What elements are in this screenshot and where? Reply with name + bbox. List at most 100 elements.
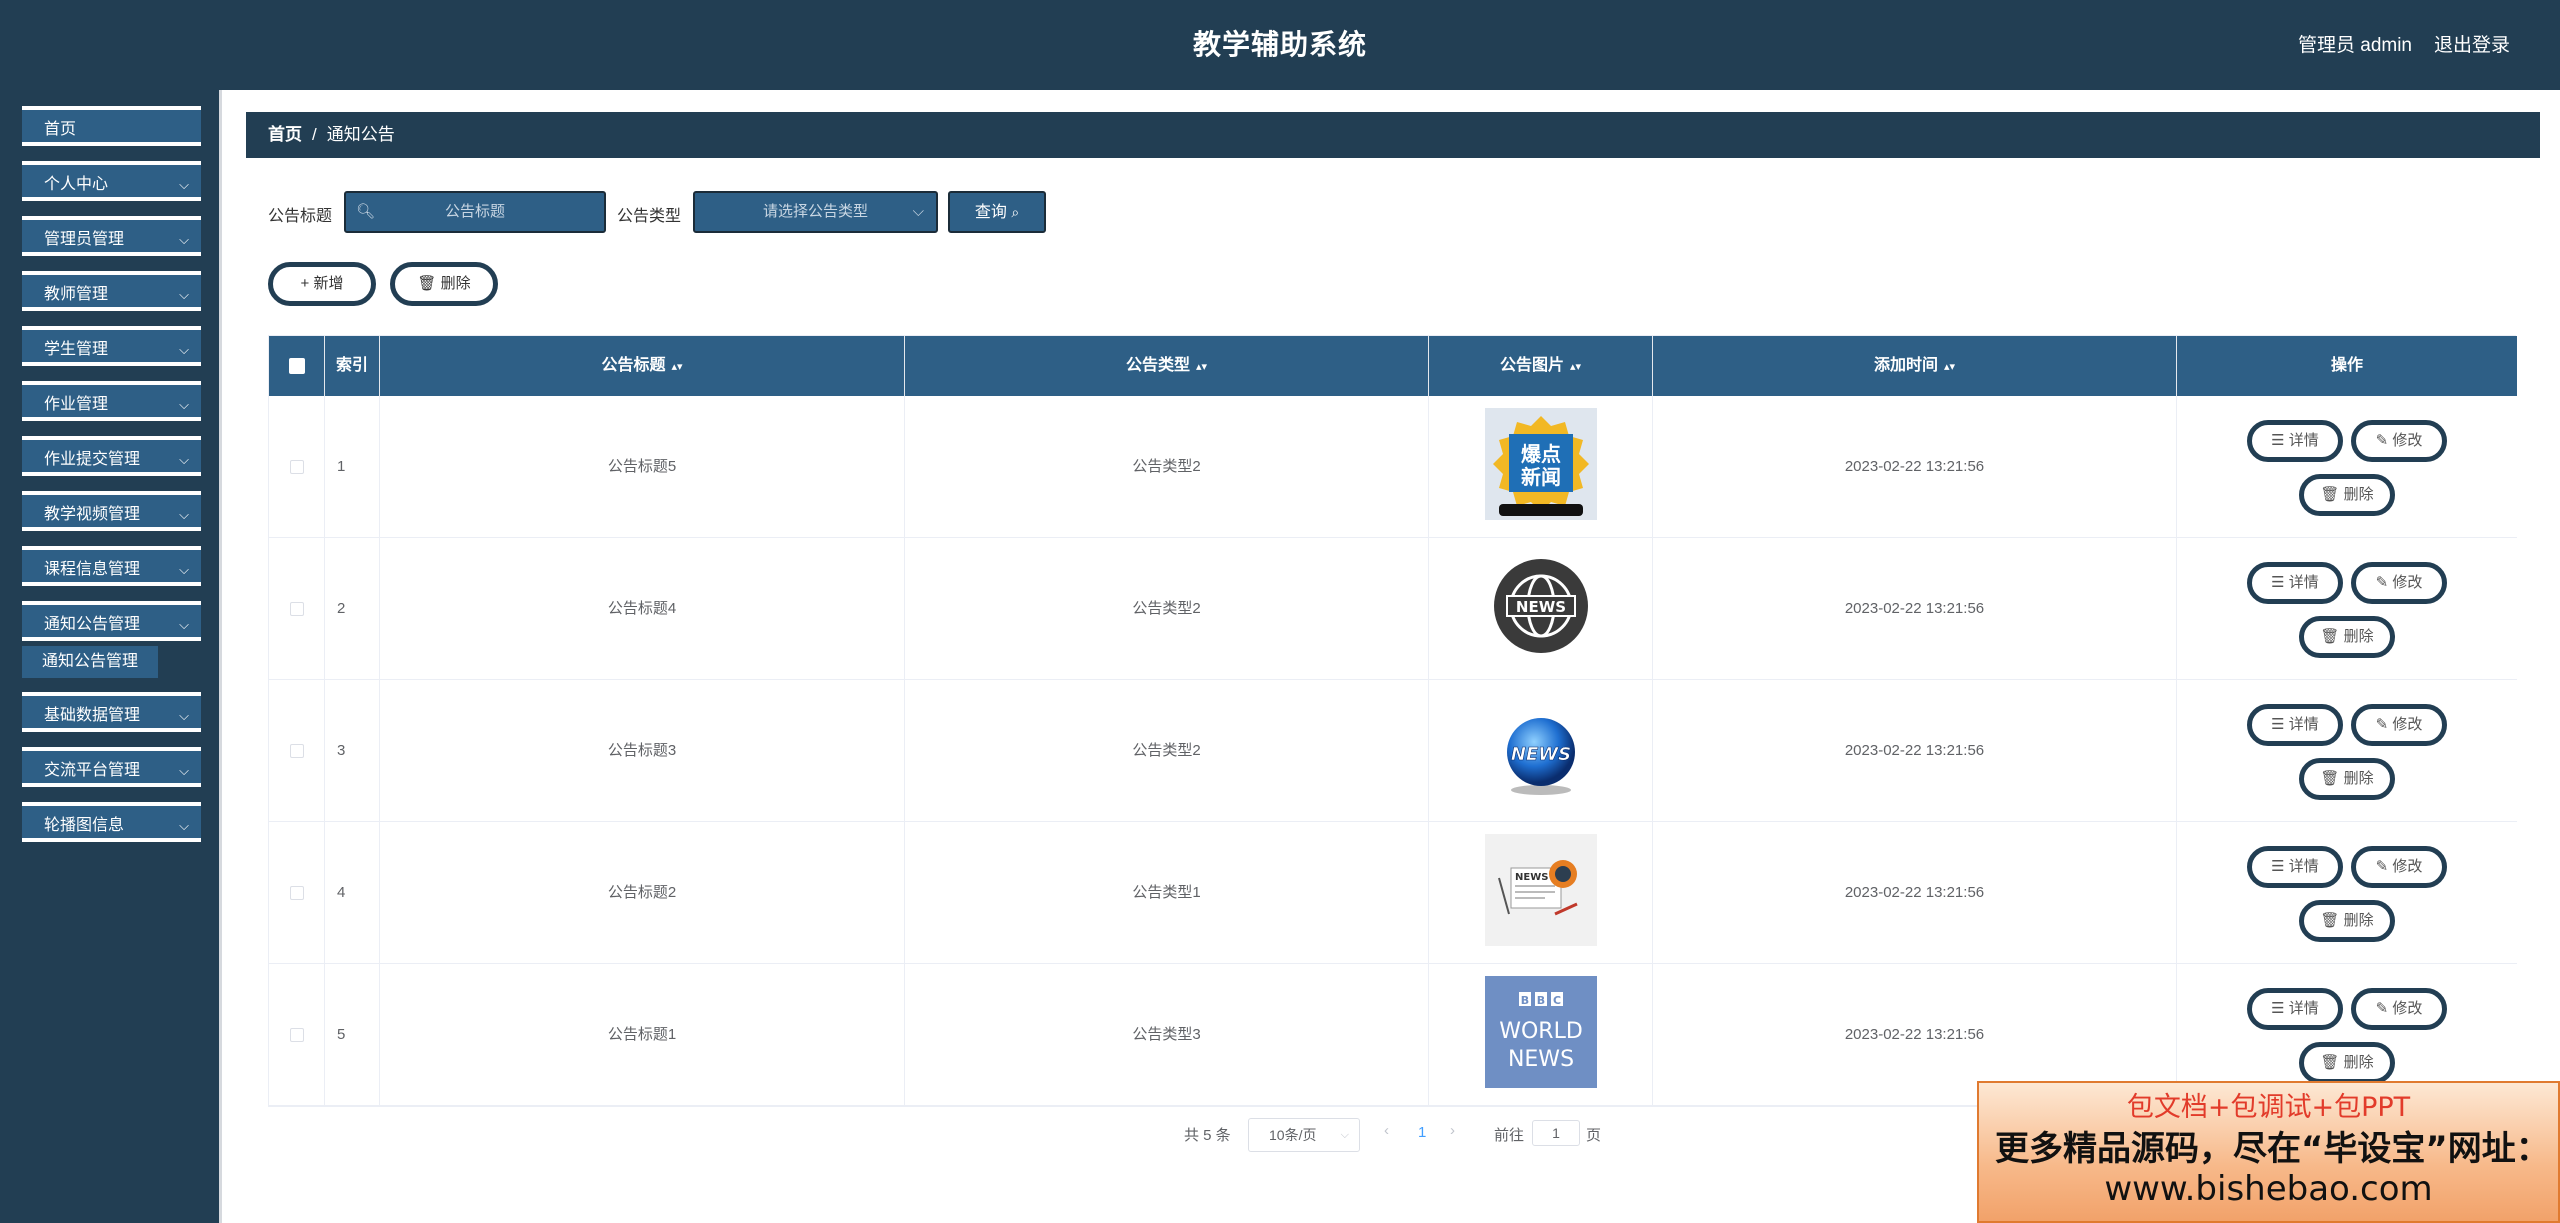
row-time: 2023-02-22 13:21:56 [1653,396,2177,538]
edit-button-label: 修改 [2392,1000,2423,1017]
logout-link[interactable]: 退出登录 [2434,30,2510,57]
row-delete-button[interactable]: 🗑︎ 删除 [2299,1042,2395,1084]
row-image-cell: NEWS [1429,538,1653,680]
edit-button[interactable]: ✎ 修改 [2351,988,2447,1030]
row-delete-button[interactable]: 🗑︎ 删除 [2299,758,2395,800]
newspaper-image[interactable]: NEWS [1485,834,1597,946]
row-checkbox-cell[interactable] [269,964,325,1106]
row-checkbox[interactable] [289,602,304,617]
row-actions: ☰ 详情 ✎ 修改 🗑︎ 删除 [2177,822,2517,964]
sidebar-item-notice[interactable]: 通知公告管理 ⌵ [22,601,201,641]
trash-icon: 🗑︎ [2320,1054,2340,1071]
news-blue-globe-image[interactable]: NEWS [1485,692,1597,804]
sidebar-item-student[interactable]: 学生管理 ⌵ [22,326,201,366]
sidebar-item-forum[interactable]: 交流平台管理 ⌵ [22,747,201,787]
sidebar-item-label: 首页 [44,121,77,138]
pagination-total: 共 5 条 [1184,1127,1231,1144]
detail-button[interactable]: ☰ 详情 [2247,846,2343,888]
title-search-input[interactable]: 🔍︎ 公告标题 [344,191,606,233]
row-checkbox-cell[interactable] [269,396,325,538]
detail-button[interactable]: ☰ 详情 [2247,704,2343,746]
breadcrumb-home[interactable]: 首页 [268,125,302,144]
sidebar-item-admin[interactable]: 管理员管理 ⌵ [22,216,201,256]
row-checkbox-cell[interactable] [269,538,325,680]
row-checkbox[interactable] [289,886,304,901]
row-type: 公告类型2 [905,538,1429,680]
sidebar-item-label: 轮播图信息 [44,817,125,834]
row-image-cell: B B C WORLD NEWS [1429,964,1653,1106]
chevron-down-icon: ⌵ [179,507,189,522]
row-checkbox-cell[interactable] [269,822,325,964]
sidebar-item-label: 课程信息管理 [44,561,141,578]
select-all-checkbox[interactable] [288,357,305,374]
next-page-button[interactable]: › [1450,1122,1455,1139]
row-actions: ☰ 详情 ✎ 修改 🗑︎ 删除 [2177,538,2517,680]
sidebar-item-carousel[interactable]: 轮播图信息 ⌵ [22,802,201,842]
query-button[interactable]: 查询 ⌕ [948,191,1046,233]
news-globe-icon-image[interactable]: NEWS [1485,550,1597,662]
row-checkbox[interactable] [289,1028,304,1043]
detail-button[interactable]: ☰ 详情 [2247,420,2343,462]
sidebar-item-course[interactable]: 课程信息管理 ⌵ [22,546,201,586]
add-button[interactable]: + 新增 [268,262,376,306]
chevron-down-icon: ⌵ [179,818,189,833]
sidebar-item-base-data[interactable]: 基础数据管理 ⌵ [22,692,201,732]
page-number-current[interactable]: 1 [1418,1124,1426,1141]
prev-page-button[interactable]: ‹ [1384,1122,1389,1139]
row-checkbox-cell[interactable] [269,680,325,822]
sidebar-item-label: 管理员管理 [44,231,125,248]
sidebar-item-homework[interactable]: 作业管理 ⌵ [22,381,201,421]
sidebar-subitem-notice-manage[interactable]: 通知公告管理 [22,646,158,678]
col-title[interactable]: 公告标题 ▴▾ [380,336,905,396]
edit-button[interactable]: ✎ 修改 [2351,846,2447,888]
row-time: 2023-02-22 13:21:56 [1653,822,2177,964]
row-image-cell: NEWS [1429,680,1653,822]
news-badge-svg: 爆点 新闻 [1493,416,1589,516]
detail-button-label: 详情 [2288,858,2319,875]
delete-button[interactable]: 🗑︎ 删除 [390,262,498,306]
sidebar-item-profile[interactable]: 个人中心 ⌵ [22,161,201,201]
chevron-down-icon: ⌵ [179,287,189,302]
sort-icon: ▴▾ [1943,361,1956,373]
sidebar-item-home[interactable]: 首页 [22,106,201,146]
detail-button[interactable]: ☰ 详情 [2247,562,2343,604]
row-delete-button[interactable]: 🗑︎ 删除 [2299,616,2395,658]
news-badge-image[interactable]: 爆点 新闻 [1485,408,1597,520]
col-time[interactable]: 添加时间 ▴▾ [1653,336,2177,396]
bbc-world-news-image[interactable]: B B C WORLD NEWS [1485,976,1597,1088]
sort-icon: ▴▾ [671,361,683,373]
table-row: 2 公告标题4 公告类型2 NEWS 2023-02-22 13:21:56 ☰… [269,538,2517,680]
row-delete-button[interactable]: 🗑︎ 删除 [2299,900,2395,942]
detail-button[interactable]: ☰ 详情 [2247,988,2343,1030]
col-time-label: 添加时间 [1873,357,1938,374]
edit-button[interactable]: ✎ 修改 [2351,704,2447,746]
row-index: 1 [325,396,380,538]
edit-button[interactable]: ✎ 修改 [2351,562,2447,604]
chevron-down-icon: ⌵ [1340,1129,1349,1141]
goto-page-input[interactable]: 1 [1532,1120,1580,1146]
row-checkbox[interactable] [289,460,304,475]
notice-table: 索引 公告标题 ▴▾ 公告类型 ▴▾ 公告图片 ▴▾ 添加时间 ▴▾ 操作 1 公告标题… [268,335,2517,1107]
select-all-checkbox-cell[interactable] [269,336,325,396]
col-image[interactable]: 公告图片 ▴▾ [1429,336,1653,396]
document-icon: ☰ [2271,574,2285,591]
sidebar-item-teacher[interactable]: 教师管理 ⌵ [22,271,201,311]
edit-button[interactable]: ✎ 修改 [2351,420,2447,462]
news-globe-svg: NEWS [1494,559,1588,653]
blue-globe-svg: NEWS [1507,718,1575,795]
bbc-letter-1: B [1521,994,1529,1007]
promo-line-3: www.bishebao.com [2104,1169,2433,1209]
sidebar-item-homework-submit[interactable]: 作业提交管理 ⌵ [22,436,201,476]
sidebar-item-video[interactable]: 教学视频管理 ⌵ [22,491,201,531]
document-icon: ☰ [2271,858,2285,875]
pencil-icon: ✎ [2375,858,2389,875]
col-type[interactable]: 公告类型 ▴▾ [905,336,1429,396]
app-title: 教学辅助系统 [1192,29,1367,60]
document-icon: ☰ [2271,432,2285,449]
page-size-select[interactable]: 10条/页 ⌵ [1248,1118,1360,1152]
row-delete-button[interactable]: 🗑︎ 删除 [2299,474,2395,516]
row-image-cell: 爆点 新闻 [1429,396,1653,538]
type-select[interactable]: 请选择公告类型 ⌵ [693,191,938,233]
chevron-down-icon: ⌵ [179,342,189,357]
row-checkbox[interactable] [289,744,304,759]
